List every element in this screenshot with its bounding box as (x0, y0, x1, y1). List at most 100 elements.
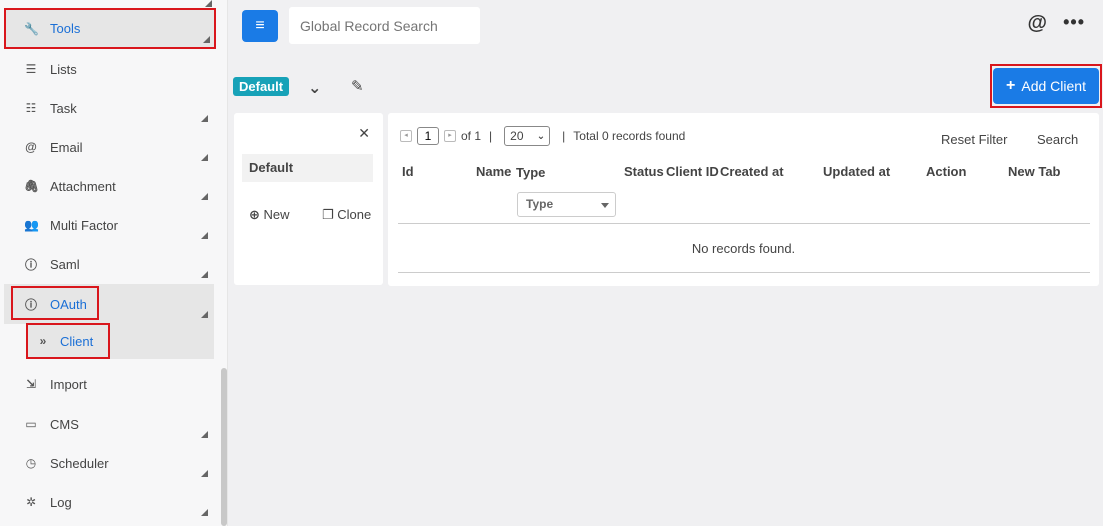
column-header-id[interactable]: Id (402, 164, 414, 179)
sidebar-item-label: Attachment (50, 178, 116, 194)
bug-icon: ✲ (25, 495, 37, 509)
clone-label: Clone (337, 207, 372, 222)
checklist-icon: ☷ (25, 101, 37, 115)
sidebar-item-label: Log (50, 494, 72, 510)
user-lock-icon: 👥 (24, 218, 39, 232)
next-page-icon[interactable]: ▸ (444, 130, 456, 142)
list-icon: ☰ (25, 62, 37, 76)
sidebar-item-label: Import (50, 376, 87, 392)
divider (398, 223, 1090, 224)
sidebar-item-saml[interactable]: ⓘ Saml (4, 244, 214, 284)
sidebar-item-label: Saml (50, 256, 80, 272)
resize-handle[interactable] (201, 271, 208, 278)
sidebar-item-email[interactable]: @ Email (4, 127, 214, 167)
at-icon: @ (25, 140, 37, 154)
sidebar-item-cms[interactable]: ▭ CMS (4, 404, 214, 444)
resize-handle[interactable] (201, 115, 208, 122)
column-header-created-at[interactable]: Created at (720, 164, 784, 179)
info-circle-icon: ⓘ (24, 257, 37, 272)
add-client-button[interactable]: + Add Client (993, 68, 1099, 104)
resize-handle[interactable] (201, 232, 208, 239)
empty-state-text: No records found. (691, 241, 796, 256)
sidebar: 🔧 Tools ☰ Lists ☷ Task @ Email 🖇 Attachm… (0, 0, 228, 526)
column-header-client-id[interactable]: Client ID (666, 164, 719, 179)
global-search-input[interactable] (289, 7, 480, 44)
search-button[interactable]: Search (1037, 132, 1078, 147)
tab-default[interactable]: Default (233, 77, 290, 96)
resize-handle[interactable] (205, 0, 212, 7)
edit-icon[interactable]: ✎ (351, 77, 364, 95)
sidebar-item-label: Lists (50, 61, 77, 77)
records-table-panel: ◂ ▸ of 1 | 20 ⌄ | Total 0 records found … (388, 113, 1099, 286)
sidebar-item-task[interactable]: ☷ Task (4, 88, 214, 128)
separator: | (489, 129, 493, 143)
chevron-down-icon[interactable]: ⌄ (308, 78, 321, 98)
new-filter-button[interactable]: ⊕ New (249, 207, 290, 223)
page-number-input[interactable] (417, 127, 439, 145)
sidebar-item-lists[interactable]: ☰ Lists (4, 49, 214, 89)
top-bar: ≡ @ ••• (229, 0, 1103, 54)
sidebar-item-label: Task (50, 100, 77, 116)
reset-filter-button[interactable]: Reset Filter (941, 132, 1007, 147)
separator: | (562, 129, 566, 143)
sidebar-item-import[interactable]: ⇲ Import (4, 364, 214, 404)
divider (398, 272, 1090, 273)
column-header-type[interactable]: Type (516, 165, 545, 180)
import-icon: ⇲ (25, 377, 37, 391)
highlight-box (26, 323, 110, 359)
resize-handle[interactable] (201, 193, 208, 200)
close-icon[interactable]: ✕ (358, 125, 370, 142)
resize-handle[interactable] (201, 509, 208, 516)
column-header-status[interactable]: Status (624, 164, 664, 179)
resize-handle[interactable] (201, 311, 208, 318)
plus-circle-icon: ⊕ (249, 207, 260, 222)
resize-handle[interactable] (201, 154, 208, 161)
sidebar-item-client[interactable]: » Client (26, 323, 214, 359)
paperclip-icon: 🖇 (24, 179, 40, 193)
mentions-icon[interactable]: @ (1027, 12, 1047, 35)
page-size-select[interactable]: 20 ⌄ (504, 126, 551, 146)
caret-down-icon (601, 203, 609, 208)
sidebar-item-label: Email (50, 139, 83, 155)
highlight-box (11, 286, 99, 320)
menu-toggle-button[interactable]: ≡ (242, 10, 278, 42)
new-label: New (263, 207, 290, 222)
clone-filter-button[interactable]: ❐ Clone (322, 207, 371, 223)
card-icon: ▭ (25, 417, 37, 431)
pagination: ◂ ▸ of 1 | 20 ⌄ | Total 0 records found (400, 126, 685, 146)
sidebar-item-log[interactable]: ✲ Log (4, 482, 214, 522)
filter-panel: ✕ Default ⊕ New ❐ Clone (234, 113, 383, 285)
type-filter-select[interactable]: Type (517, 192, 616, 217)
total-records: Total 0 records found (573, 129, 686, 143)
column-header-updated-at[interactable]: Updated at (823, 164, 890, 179)
plus-icon: + (1006, 77, 1016, 94)
sidebar-item-scheduler[interactable]: ◷ Scheduler (4, 443, 214, 483)
page-count: of 1 (461, 129, 482, 143)
chevron-down-icon: ⌄ (536, 130, 546, 142)
page-size-value: 20 (510, 129, 524, 143)
sidebar-item-tools[interactable]: 🔧 Tools (4, 8, 216, 49)
sidebar-scrollbar[interactable] (221, 368, 227, 526)
sidebar-item-multi-factor[interactable]: 👥 Multi Factor (4, 205, 214, 245)
wrench-icon: 🔧 (24, 21, 39, 36)
sidebar-item-oauth[interactable]: ⓘ OAuth (4, 284, 214, 324)
sidebar-item-label: CMS (50, 416, 79, 432)
hamburger-icon: ≡ (255, 17, 265, 34)
add-client-highlight: + Add Client (990, 64, 1102, 108)
sidebar-item-label: Scheduler (50, 455, 109, 471)
prev-page-icon[interactable]: ◂ (400, 130, 412, 142)
sidebar-item-label: Multi Factor (50, 217, 118, 233)
resize-handle[interactable] (201, 431, 208, 438)
resize-handle[interactable] (201, 470, 208, 477)
column-header-name[interactable]: Name (476, 164, 511, 179)
column-header-action: Action (926, 164, 967, 179)
filter-default-item[interactable]: Default (242, 154, 373, 182)
more-options-icon[interactable]: ••• (1063, 12, 1085, 33)
copy-icon: ❐ (322, 207, 334, 222)
type-filter-placeholder: Type (526, 197, 554, 211)
clock-icon: ◷ (25, 456, 37, 470)
resize-handle[interactable] (203, 36, 210, 43)
column-header-new-tab: New Tab (1008, 164, 1061, 179)
sidebar-item-attachment[interactable]: 🖇 Attachment (4, 166, 214, 206)
sidebar-item-label: Tools (50, 21, 81, 36)
